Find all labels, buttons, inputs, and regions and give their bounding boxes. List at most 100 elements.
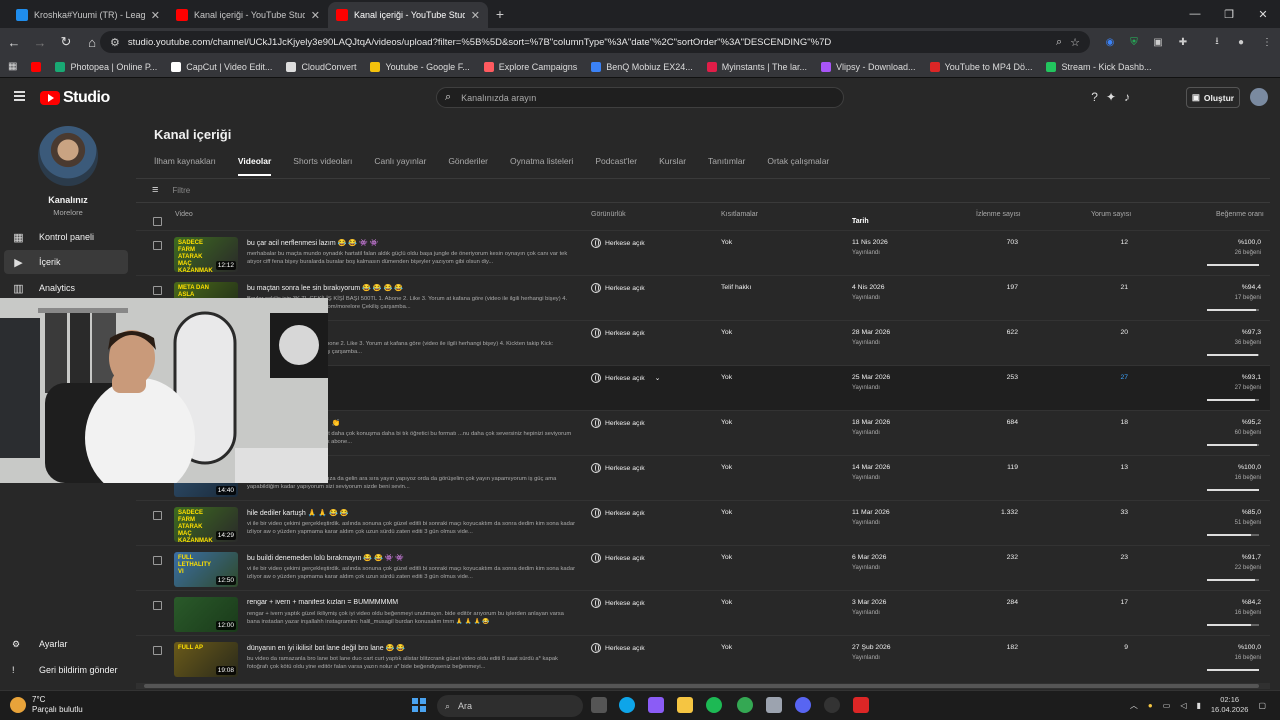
tab-videos[interactable]: Videolar <box>237 156 272 176</box>
tab-inspiration[interactable]: İlham kaynakları <box>154 156 216 176</box>
bookmark-item[interactable]: CloudConvert <box>286 61 356 72</box>
studio-logo[interactable]: Studio <box>40 89 110 107</box>
tab-courses[interactable]: Kurslar <box>659 156 686 176</box>
video-thumbnail[interactable]: SADECE FARM ATARAK MAÇ KAZANMAK 12:12 <box>174 237 238 272</box>
table-row[interactable]: FULL LETHALITY VI 12:50 bu buildi denemede… <box>136 545 1270 590</box>
browser-tab-2[interactable]: Kanal içeriği - YouTube Studio ✕ <box>168 2 328 28</box>
bookmark-item[interactable]: Explore Campaigns <box>483 61 577 72</box>
visibility-cell[interactable]: Herkese açık <box>591 508 645 518</box>
tab-playlists[interactable]: Oynatma listeleri <box>510 156 573 176</box>
menu-hamburger-icon[interactable] <box>14 91 25 101</box>
row-checkbox[interactable] <box>153 239 162 253</box>
table-row[interactable]: 12:00 rengar + ivern + manifest kızları =… <box>136 590 1270 635</box>
edge-icon[interactable] <box>619 697 635 713</box>
sidebar-item-content[interactable]: ▶ İçerik <box>4 250 128 274</box>
bookmark-item[interactable]: Youtube - Google F... <box>370 61 470 72</box>
download-icon[interactable]: ⭳ <box>1208 33 1226 51</box>
site-info-icon[interactable]: ⚙ <box>110 36 120 49</box>
video-title[interactable]: bu buildi denemeden lolü bırakmayın 😂 😂 … <box>247 554 577 562</box>
row-checkbox[interactable] <box>153 284 162 298</box>
volume-icon[interactable]: ◁ <box>1180 701 1186 710</box>
sidebar-item-settings[interactable]: ⚙ Ayarlar <box>4 633 128 655</box>
bookmark-item[interactable]: BenQ Mobiuz EX24... <box>591 61 693 72</box>
row-checkbox[interactable] <box>153 644 162 658</box>
video-thumbnail[interactable]: SADECE FARM ATARAK MAÇ KAZANMAK 14:29 <box>174 507 238 542</box>
visibility-cell[interactable]: Herkese açık <box>591 463 645 473</box>
scroll-thumb[interactable] <box>144 684 1259 688</box>
filter-bar[interactable]: ≡ Filtre <box>152 184 190 196</box>
menu-icon[interactable]: ⋮ <box>1258 33 1276 51</box>
chevron-up-icon[interactable]: ︿ <box>1130 700 1138 711</box>
create-button[interactable]: ▣ Oluştur <box>1186 87 1240 108</box>
profile-icon[interactable]: ● <box>1232 33 1250 51</box>
bookmark-star-icon[interactable]: ☆ <box>1070 36 1080 49</box>
extension-icon[interactable]: ▣ <box>1149 33 1167 51</box>
file-explorer-icon[interactable] <box>677 697 693 713</box>
visibility-cell[interactable]: Herkese açık <box>591 328 645 338</box>
notification-icon[interactable]: ▢ <box>1258 701 1266 710</box>
taskbar-search[interactable]: ⌕ Ara <box>437 695 583 717</box>
bookmark-item[interactable]: Vlipsy - Download... <box>821 61 916 72</box>
chevron-down-icon[interactable]: ⌄ <box>655 374 661 382</box>
copilot-icon[interactable] <box>648 697 664 713</box>
new-tab-button[interactable]: + <box>488 2 512 26</box>
video-title[interactable]: rengar + ivern + manifest kızları = BUMM… <box>247 599 577 606</box>
app-icon[interactable] <box>766 697 782 713</box>
table-row[interactable]: SADECE FARM ATARAK MAÇ KAZANMAK 14:29 hile… <box>136 500 1270 545</box>
app-icon[interactable] <box>853 697 869 713</box>
shield-icon[interactable]: ⛨ <box>1125 33 1143 51</box>
network-icon[interactable]: ▭ <box>1163 701 1171 710</box>
channel-avatar[interactable] <box>38 126 98 186</box>
sidebar-item-feedback[interactable]: ! Geri bildirim gönder <box>4 659 128 681</box>
bell-icon[interactable]: ♪ <box>1124 90 1130 104</box>
visibility-cell[interactable]: Herkese açık <box>591 283 645 293</box>
row-checkbox[interactable] <box>153 599 162 613</box>
bookmark-item[interactable]: YouTube to MP4 Dö... <box>929 61 1032 72</box>
video-title[interactable]: dünyanın en iyi ikilisi! bot lane değil … <box>247 644 577 652</box>
tab-podcasts[interactable]: Podcast'ler <box>595 156 637 176</box>
table-row[interactable]: FULL AP 19:08 dünyanın en iyi ikilisi! bot… <box>136 635 1270 680</box>
horizontal-scrollbar[interactable] <box>136 683 1270 689</box>
comments-cell[interactable]: 27 <box>1076 374 1128 381</box>
zoom-icon[interactable]: ⌕ <box>1056 36 1062 49</box>
video-thumbnail[interactable]: 12:00 <box>174 597 238 632</box>
visibility-cell[interactable]: Herkese açık <box>591 418 645 428</box>
channel-search[interactable]: ⌕ Kanalınızda arayın <box>436 87 844 108</box>
url-bar[interactable]: ⚙ studio.youtube.com/channel/UCkJ1JcKjye… <box>100 31 1090 53</box>
chrome-icon[interactable] <box>737 697 753 713</box>
row-checkbox[interactable] <box>153 554 162 568</box>
microphone-icon[interactable]: ● <box>1148 701 1153 710</box>
discord-icon[interactable] <box>795 697 811 713</box>
extension-icon[interactable]: ◉ <box>1101 33 1119 51</box>
table-row[interactable]: SADECE FARM ATARAK MAÇ KAZANMAK 12:12 bu ç… <box>136 230 1270 275</box>
tab-collaborations[interactable]: Ortak çalışmalar <box>767 156 829 176</box>
start-button[interactable] <box>412 698 426 712</box>
video-thumbnail[interactable]: FULL AP 19:08 <box>174 642 238 677</box>
close-icon[interactable]: ✕ <box>471 9 480 22</box>
task-view-icon[interactable] <box>591 697 607 713</box>
sidebar-item-analytics[interactable]: ▥ Analytics <box>4 276 128 300</box>
browser-tab-3[interactable]: Kanal içeriği - YouTube Studio ✕ <box>328 2 488 28</box>
visibility-cell[interactable]: Herkese açık ⌄ <box>591 373 660 383</box>
forward-button[interactable]: → <box>28 30 52 54</box>
bookmark-item[interactable]: Photopea | Online P... <box>55 61 157 72</box>
tab-shorts[interactable]: Shorts videoları <box>293 156 352 176</box>
bookmark-item[interactable]: Myinstants | The lar... <box>706 61 807 72</box>
tab-live[interactable]: Canlı yayınlar <box>374 156 426 176</box>
clock[interactable]: 02:16 16.04.2026 <box>1211 695 1249 715</box>
maximize-button[interactable]: ❐ <box>1212 0 1246 28</box>
video-thumbnail[interactable]: FULL LETHALITY VI 12:50 <box>174 552 238 587</box>
visibility-cell[interactable]: Herkese açık <box>591 598 645 608</box>
visibility-cell[interactable]: Herkese açık <box>591 553 645 563</box>
video-title[interactable]: hile dediler kartuşh 🙏 🙏 😂 😂 <box>247 509 577 517</box>
bookmark-item[interactable]: Stream - Kick Dashb... <box>1046 61 1151 72</box>
minimize-button[interactable]: — <box>1178 0 1212 28</box>
row-checkbox[interactable] <box>153 509 162 523</box>
back-button[interactable]: ← <box>2 30 26 54</box>
bookmark-item[interactable] <box>31 61 42 72</box>
video-title[interactable]: bu maçtan sonra lee sin bırakıyorum 😂 😂 … <box>247 284 577 292</box>
tab-posts[interactable]: Gönderiler <box>448 156 488 176</box>
vertical-scrollbar[interactable] <box>1270 116 1280 690</box>
close-icon[interactable]: ✕ <box>311 9 320 22</box>
reload-button[interactable]: ↻ <box>54 30 78 54</box>
